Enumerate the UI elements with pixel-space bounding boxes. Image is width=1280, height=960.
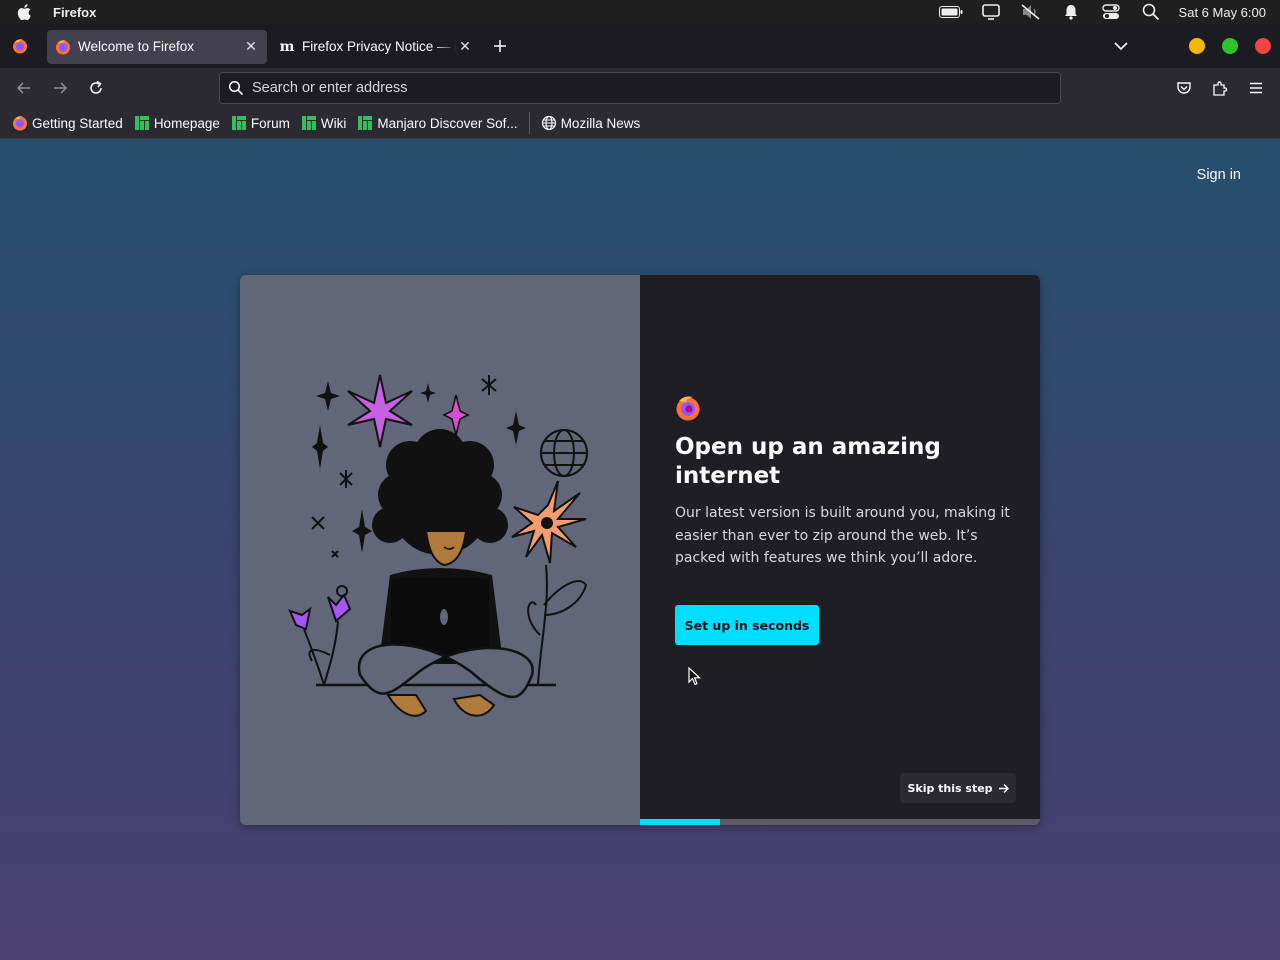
arrow-left-icon [16,82,30,94]
manjaro-icon [231,116,246,130]
pocket-icon [1177,82,1191,94]
manjaro-icon [358,116,373,130]
navigation-toolbar: Search or enter address [0,68,1280,108]
chevron-down-icon [1114,42,1128,51]
page-title: Open up an amazing internet [675,434,941,489]
apple-icon[interactable] [0,3,50,21]
globe-icon [541,115,556,131]
close-icon[interactable]: ✕ [243,38,259,55]
volume-muted-icon[interactable] [1011,0,1051,24]
tab-strip: Welcome to Firefox ✕ m Firefox Privacy N… [0,24,1280,68]
reload-button[interactable] [78,72,114,104]
tab-privacy-notice[interactable]: m Firefox Privacy Notice — Mozilla ✕ [271,30,481,64]
minimize-button[interactable] [1189,38,1205,54]
bookmark-label: Forum [250,115,290,131]
close-icon[interactable]: ✕ [457,38,473,55]
page-content: Sign in Open up an amazing internet Our … [0,139,1280,960]
hamburger-menu-icon [1250,82,1262,94]
bookmark-label: Homepage [153,115,220,131]
battery-icon[interactable] [931,0,971,24]
bookmark-separator [528,112,530,134]
reload-icon [90,80,102,94]
menu-button[interactable] [1238,72,1274,104]
forward-button[interactable] [42,72,78,104]
bookmark-label: Mozilla News [560,115,641,131]
onboarding-text-panel: Open up an amazing internet Our latest v… [640,275,1040,825]
onboarding-progress-bar [640,819,1040,825]
system-menu-bar: Firefox Sat 6 May 6:00 [0,0,1280,24]
bookmark-getting-started[interactable]: Getting Started [8,110,127,136]
maximize-button[interactable] [1222,38,1238,54]
manjaro-icon [134,116,149,130]
plus-icon [494,40,506,52]
bookmark-manjaro-discover[interactable]: Manjaro Discover Sof... [353,110,521,136]
list-all-tabs-button[interactable] [1108,24,1134,68]
skip-button-label: Skip this step [907,781,993,795]
mozilla-m-icon: m [279,38,295,55]
notifications-icon[interactable] [1051,0,1091,24]
arrow-right-icon [998,783,1009,793]
bookmark-mozilla-news[interactable]: Mozilla News [537,110,645,136]
sign-in-link[interactable]: Sign in [1197,167,1241,183]
page-description: Our latest version is built around you, … [675,505,1010,566]
display-icon[interactable] [971,0,1011,24]
onboarding-card: Open up an amazing internet Our latest v… [240,275,1040,825]
address-placeholder: Search or enter address [252,80,408,96]
new-tab-button[interactable] [484,29,516,63]
firefox-icon [56,39,70,54]
skip-step-button[interactable]: Skip this step [900,773,1016,803]
clock[interactable]: Sat 6 May 6:00 [1179,5,1266,20]
manjaro-icon [301,116,316,130]
firefox-icon [13,116,27,131]
bookmark-label: Wiki [320,115,347,131]
bookmark-label: Getting Started [32,115,123,131]
progress-fill [640,819,720,825]
firefox-view-button[interactable] [0,24,40,68]
firefox-logo-icon [676,396,700,421]
address-bar[interactable]: Search or enter address [219,72,1061,104]
puzzle-icon [1213,81,1228,96]
search-icon[interactable] [1131,0,1171,24]
tab-welcome[interactable]: Welcome to Firefox ✕ [47,29,267,64]
tab-title: Welcome to Firefox [78,39,195,54]
control-center-icon[interactable] [1091,0,1131,24]
mouse-cursor-icon [688,667,702,686]
firefox-icon [13,39,27,54]
bookmark-homepage[interactable]: Homepage [130,110,224,136]
back-button[interactable] [6,72,42,104]
close-window-button[interactable] [1255,38,1271,54]
pocket-button[interactable] [1166,72,1202,104]
active-app-name[interactable]: Firefox [53,5,96,20]
bookmark-forum[interactable]: Forum [227,110,294,136]
setup-button[interactable]: Set up in seconds [675,605,819,645]
bookmark-label: Manjaro Discover Sof... [377,115,518,131]
tab-title: Firefox Privacy Notice — Mozilla [302,39,457,54]
bookmark-wiki[interactable]: Wiki [297,110,351,136]
extensions-button[interactable] [1202,72,1238,104]
search-icon [228,80,244,96]
arrow-right-icon [54,82,68,94]
bookmarks-toolbar: Getting Started Homepage Forum Wiki Manj… [0,108,1280,139]
person-with-laptop-illustration [288,374,588,717]
illustration-panel [240,275,640,825]
